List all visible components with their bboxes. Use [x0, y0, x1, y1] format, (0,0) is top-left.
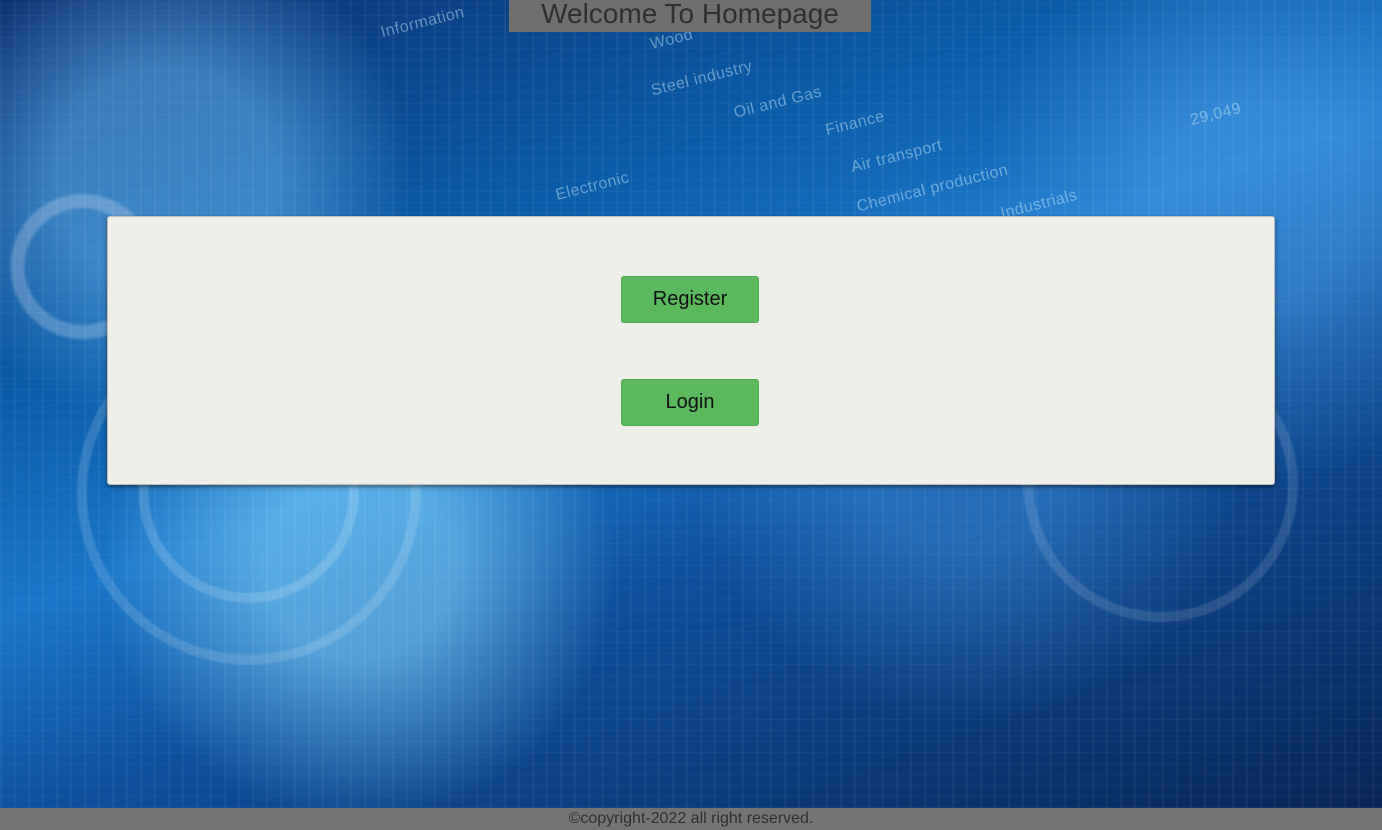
- navigation-panel: [107, 216, 1275, 485]
- background-label: Information: [379, 3, 467, 42]
- background-label: 29,049: [1188, 99, 1244, 130]
- footer-copyright: ©copyright-2022 all right reserved.: [0, 808, 1382, 830]
- homepage: Information Wood Steel industry Oil and …: [0, 0, 1382, 830]
- background-label: Electronic: [553, 169, 632, 204]
- login-button[interactable]: Login: [621, 379, 759, 426]
- background-label: Air transport: [849, 136, 945, 177]
- background-label: Steel industry: [649, 57, 755, 100]
- background-label: Chemical production: [855, 161, 1010, 216]
- register-button[interactable]: Register: [621, 276, 759, 323]
- background-label: Oil and Gas: [732, 83, 824, 122]
- page-title: Welcome To Homepage: [509, 0, 871, 32]
- background-label: Finance: [823, 107, 887, 140]
